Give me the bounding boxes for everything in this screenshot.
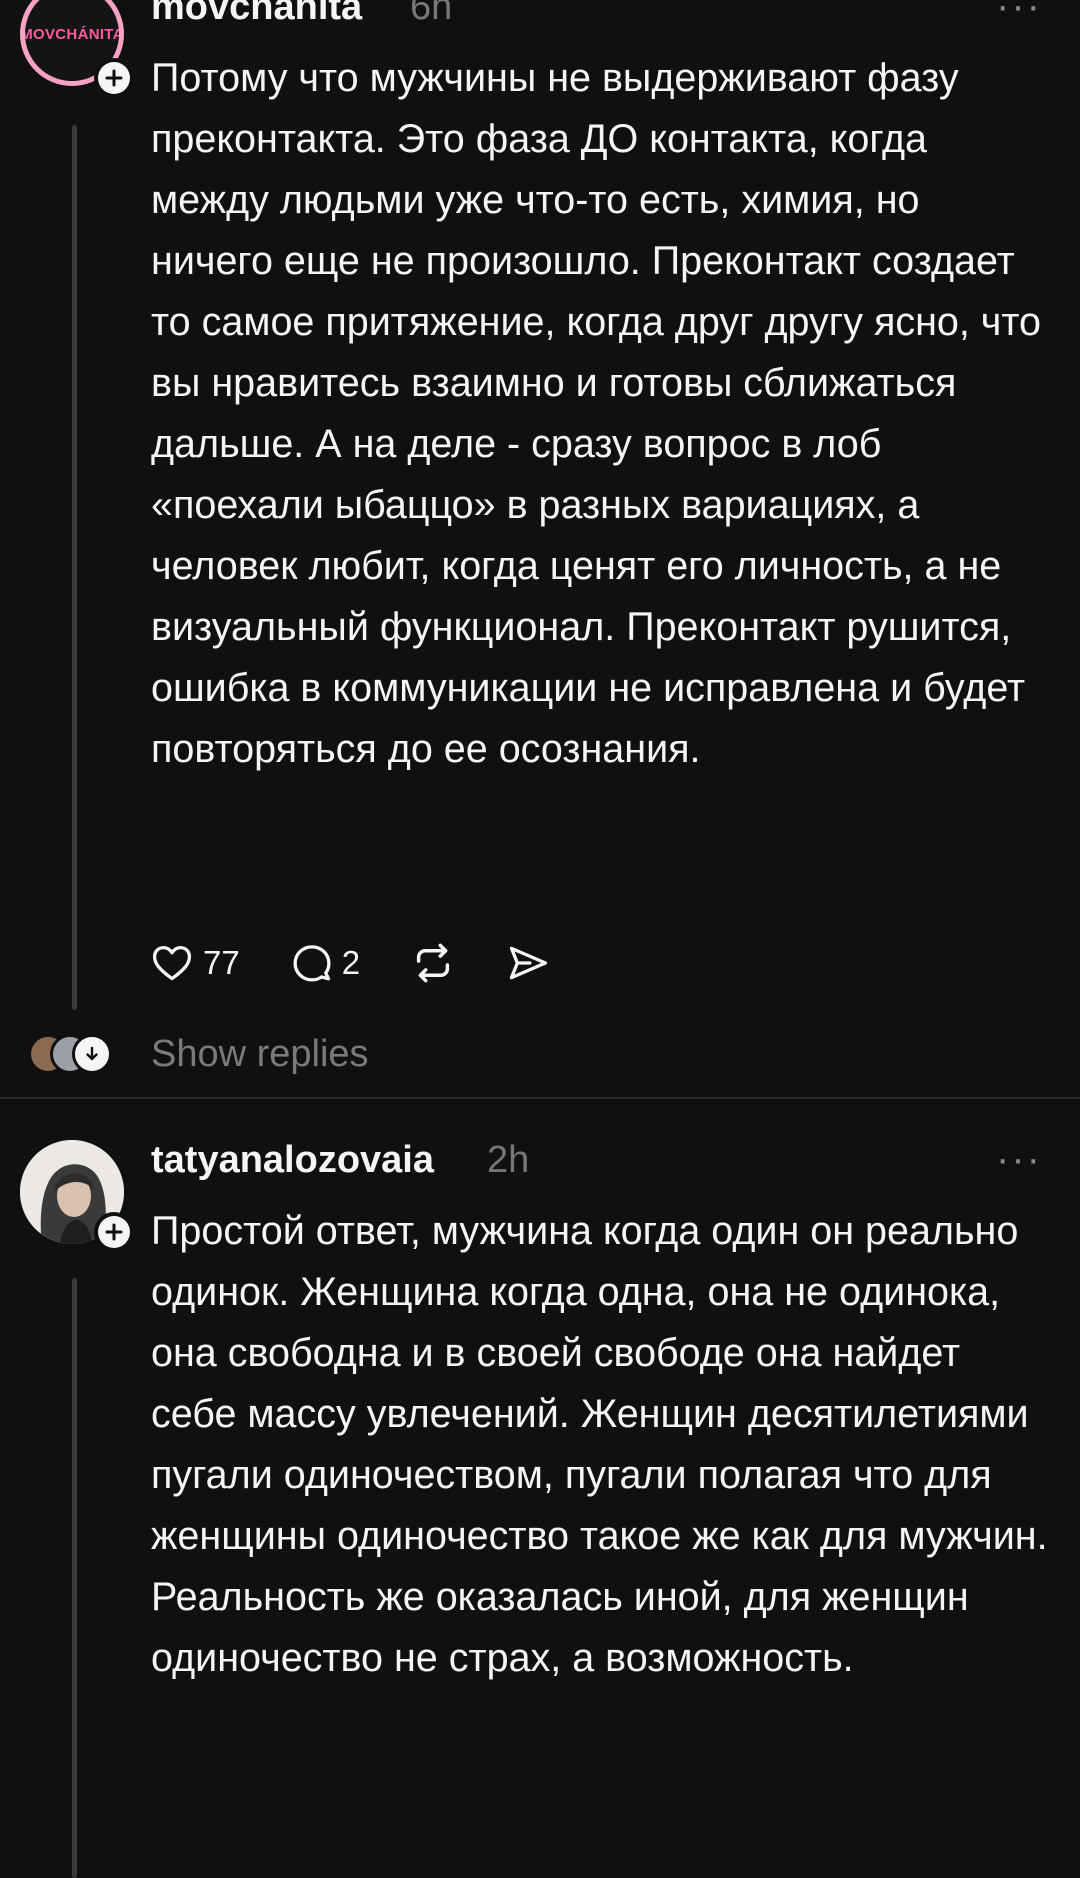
- username[interactable]: movchanita: [151, 0, 362, 29]
- like-count: 77: [203, 944, 240, 981]
- plus-icon: [105, 1223, 123, 1241]
- share-icon: [509, 946, 548, 980]
- timestamp: 6h: [410, 0, 453, 28]
- arrow-down-icon: [86, 1046, 98, 1061]
- divider: [0, 1097, 1080, 1099]
- action-bar: 77 2: [149, 940, 600, 986]
- reply-avatars[interactable]: [28, 1034, 128, 1074]
- more-icon[interactable]: ···: [996, 1137, 1042, 1182]
- username[interactable]: tatyanalozovaia: [151, 1139, 434, 1182]
- comment-icon: [293, 945, 331, 982]
- timestamp: 2h: [487, 1139, 530, 1181]
- plus-icon: [105, 69, 123, 87]
- reply-count: 2: [341, 944, 361, 981]
- more-icon[interactable]: ···: [996, 0, 1042, 29]
- like-button[interactable]: 77: [149, 941, 240, 985]
- repost-icon: [416, 943, 450, 983]
- follow-button[interactable]: [94, 1212, 134, 1252]
- thread-line: [72, 125, 77, 1010]
- avatar-logo-text: MOVCHÁNITA: [20, 25, 124, 43]
- heart-icon: [152, 945, 192, 981]
- repost-button[interactable]: [410, 940, 456, 986]
- post-text: Потому что мужчины не выдерживают фазу п…: [151, 56, 1042, 771]
- share-button[interactable]: [506, 941, 550, 985]
- follow-button[interactable]: [94, 58, 134, 98]
- show-replies-link[interactable]: Show replies: [151, 1033, 369, 1076]
- post-text: Простой ответ, мужчина когда один он реа…: [151, 1209, 1048, 1680]
- expand-replies-button[interactable]: [72, 1034, 112, 1074]
- reply-button[interactable]: 2: [290, 941, 360, 985]
- thread-line: [72, 1278, 77, 1878]
